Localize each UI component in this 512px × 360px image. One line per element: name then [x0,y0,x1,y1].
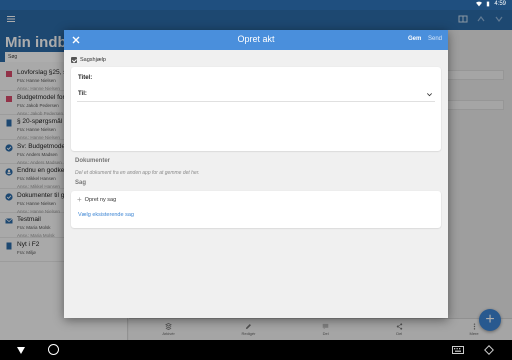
plus-icon: + [77,195,82,204]
status-bar: 4:59 [0,0,512,10]
battery-icon [487,1,490,7]
documents-section-label: Dokumenter [75,158,111,164]
dialog-title: Opret akt [237,34,275,44]
save-button[interactable]: Gem [408,36,421,42]
sagshjaelp-checkbox[interactable]: Sagshjælp [71,57,106,63]
status-time: 4:59 [494,1,506,7]
case-section-label: Sag [75,180,87,186]
create-case-label: Opret ny sag [84,197,117,203]
checkbox-checked-icon [71,57,77,63]
case-card: + Opret ny sag Vælg eksisterende sag [71,191,441,228]
create-act-dialog: Opret akt Gem Send Sagshjælp Titel: Til:… [64,30,448,318]
home-icon[interactable] [48,344,59,355]
title-field[interactable]: Titel: [77,70,435,86]
title-field-label: Titel: [78,75,93,81]
send-button[interactable]: Send [428,36,442,42]
recipient-field-label: Til: [78,91,87,97]
chevron-down-icon[interactable] [426,91,433,98]
documents-hint: Del et dokument fra en anden app for at … [75,170,200,176]
dialog-header: Opret akt Gem Send [64,30,448,50]
wifi-icon [476,1,483,7]
keyboard-icon[interactable] [452,346,464,354]
create-case-button[interactable]: + Opret ny sag [77,195,117,204]
select-existing-case-link[interactable]: Vælg eksisterende sag [78,212,134,218]
system-nav-bar [0,340,512,360]
sagshjaelp-label: Sagshjælp [80,57,106,63]
status-icons: 4:59 [476,1,506,7]
act-fields-card: Titel: Til: [71,67,441,151]
message-body-area[interactable] [71,102,441,146]
back-icon[interactable] [16,345,26,355]
recipient-field[interactable]: Til: [77,86,435,102]
rotate-icon[interactable] [484,345,494,355]
